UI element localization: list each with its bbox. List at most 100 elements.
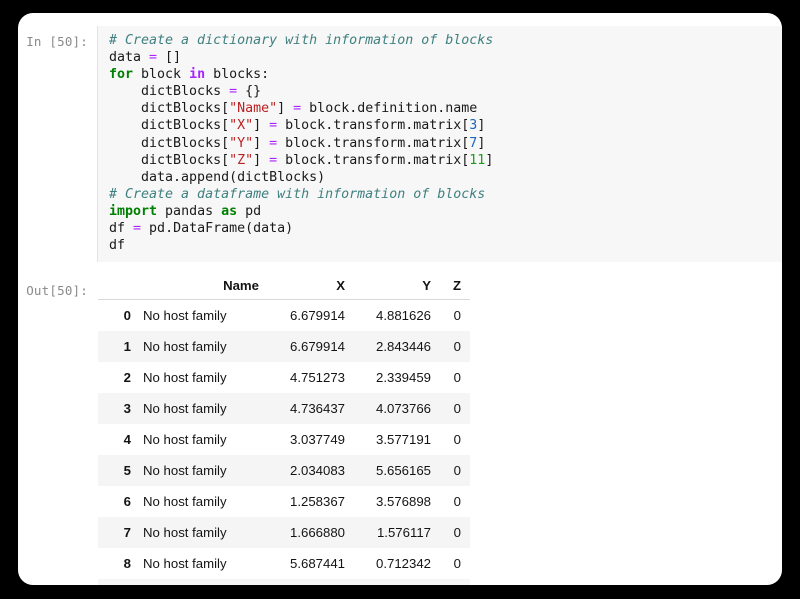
dataframe-cell-z: 0 <box>440 331 470 363</box>
code-token: {} <box>237 84 262 100</box>
table-row: 6 No host family 1.258367 3.576898 0 <box>98 486 470 517</box>
code-token: block.transform.matrix[ <box>277 135 470 151</box>
dataframe-cell-z: 0 <box>440 393 470 425</box>
dataframe-column-header-x: X <box>268 277 354 301</box>
table-row: 4 No host family 3.037749 3.577191 0 <box>98 424 470 455</box>
code-token: in <box>189 67 206 83</box>
dataframe-cell-x: 3.037749 <box>289 432 345 448</box>
code-token: "Z" <box>229 152 254 168</box>
dataframe-cell-name: No host family <box>143 494 227 510</box>
code-token: 11 <box>469 152 486 168</box>
code-token: = <box>269 152 278 168</box>
code-token: "X" <box>229 118 254 134</box>
dataframe-header-row: Name X Y Z <box>98 277 470 301</box>
code-token: data.append(dictBlocks) <box>109 169 326 185</box>
dataframe-cell-x: 5.687441 <box>289 556 345 572</box>
dataframe-index-cell: 4 <box>123 432 131 448</box>
code-token: pd.DataFrame(data) <box>141 221 294 237</box>
code-token: dictBlocks[ <box>109 135 230 151</box>
code-token: blocks: <box>205 67 270 83</box>
dataframe-cell-y: 2.339459 <box>375 370 431 386</box>
code-token: = <box>269 135 278 151</box>
table-row: 7 No host family 1.666880 1.576117 0 <box>98 517 470 549</box>
input-prompt-label: In [50]: <box>26 34 88 49</box>
code-token: data <box>109 50 150 66</box>
dataframe-header: Name X Y Z <box>98 277 470 301</box>
table-row: 9No host family4.6665895.8581760 <box>98 579 470 585</box>
dataframe-cell-y: 4.881626 <box>375 308 431 324</box>
dataframe-cell-name: No host family <box>143 370 227 386</box>
dataframe-cell-name: No host family <box>138 393 268 425</box>
dataframe-index-cell: 8 <box>123 556 131 572</box>
dataframe-output-area: Name X Y Z 0 No host family 6.679914 4.881626 0… <box>97 277 782 585</box>
code-editor-area[interactable]: # Create a dictionary with information o… <box>97 26 782 263</box>
dataframe-cell-z: 0 <box>453 370 461 386</box>
table-row: 3 No host family 4.736437 4.073766 0 <box>98 393 470 425</box>
code-token: "Y" <box>229 135 254 151</box>
dataframe-cell-y: 3.577191 <box>375 432 431 448</box>
dataframe-index-cell: 6 <box>123 494 131 510</box>
dataframe-cell-z: 0 <box>440 517 470 549</box>
source-code[interactable]: # Create a dictionary with information o… <box>109 32 782 254</box>
dataframe-index-cell: 0 <box>123 308 131 324</box>
code-token: as <box>221 203 238 219</box>
dataframe-cell-name: No host family <box>138 517 268 549</box>
dataframe-cell-name: No host family <box>143 432 227 448</box>
dataframe-cell-y: 3.576898 <box>375 494 431 510</box>
code-token: block.transform.matrix[ <box>277 152 470 168</box>
code-token: pandas <box>157 203 222 219</box>
output-prompt-label: Out[50]: <box>26 283 88 299</box>
notebook-input-cell[interactable]: In [50]: # Create a dictionary with info… <box>18 13 782 263</box>
code-token: [] <box>157 50 182 66</box>
dataframe-cell-z: 0 <box>440 579 470 585</box>
dataframe-cell-x: 2.034083 <box>268 455 354 487</box>
code-token: ] <box>253 152 270 168</box>
dataframe-cell-y: 5.858176 <box>354 579 440 585</box>
code-token: import <box>109 203 158 219</box>
dataframe-cell-z: 0 <box>453 432 461 448</box>
table-row: 8 No host family 5.687441 0.712342 0 <box>98 548 470 579</box>
code-token: dictBlocks[ <box>109 118 230 134</box>
code-token: ] <box>485 152 494 168</box>
code-token: dictBlocks[ <box>109 101 230 117</box>
code-token: dictBlocks[ <box>109 152 230 168</box>
dataframe-cell-x: 6.679914 <box>289 308 345 324</box>
dataframe-cell-x: 4.751273 <box>289 370 345 386</box>
dataframe-cell-z: 0 <box>453 494 461 510</box>
dataframe-cell-y: 0.712342 <box>375 556 431 572</box>
dataframe-cell-name: No host family <box>138 331 268 363</box>
dataframe-body: 0 No host family 6.679914 4.881626 0 1 No host… <box>98 300 470 585</box>
dataframe-column-header-z: Z <box>440 277 470 301</box>
code-token: df <box>109 238 126 254</box>
dataframe-cell-name: No host family <box>143 556 227 572</box>
dataframe-cell-x: 6.679914 <box>268 331 354 363</box>
code-token: = <box>133 221 142 237</box>
code-token: dictBlocks <box>109 84 230 100</box>
notebook-output-cell: Out[50]: Name X Y Z 0 No host family 6.679914… <box>18 262 782 585</box>
code-token: = <box>229 84 238 100</box>
code-token: for <box>109 67 134 83</box>
dataframe-column-header-y: Y <box>354 277 440 301</box>
dataframe-index-cell: 2 <box>123 370 131 386</box>
code-token: # Create a dataframe with information of… <box>109 186 486 202</box>
dataframe-index-cell: 7 <box>98 517 138 549</box>
dataframe-index-cell: 9 <box>98 579 138 585</box>
dataframe-index-header <box>98 277 138 301</box>
code-token: block.transform.matrix[ <box>277 118 470 134</box>
code-token: ] <box>477 118 486 134</box>
code-token: = <box>149 50 158 66</box>
table-row: 5 No host family 2.034083 5.656165 0 <box>98 455 470 487</box>
dataframe-cell-y: 4.073766 <box>354 393 440 425</box>
dataframe-table: Name X Y Z 0 No host family 6.679914 4.881626 0… <box>98 277 470 585</box>
dataframe-index-cell: 3 <box>98 393 138 425</box>
table-row: 2 No host family 4.751273 2.339459 0 <box>98 362 470 393</box>
dataframe-cell-x: 4.736437 <box>268 393 354 425</box>
dataframe-cell-x: 1.258367 <box>289 494 345 510</box>
dataframe-index-cell: 5 <box>98 455 138 487</box>
code-token: = <box>269 118 278 134</box>
code-token: ] <box>253 135 270 151</box>
notebook-card: In [50]: # Create a dictionary with info… <box>18 13 782 585</box>
dataframe-index-cell: 1 <box>98 331 138 363</box>
code-token: df <box>109 221 134 237</box>
dataframe-column-header-name: Name <box>138 277 268 301</box>
